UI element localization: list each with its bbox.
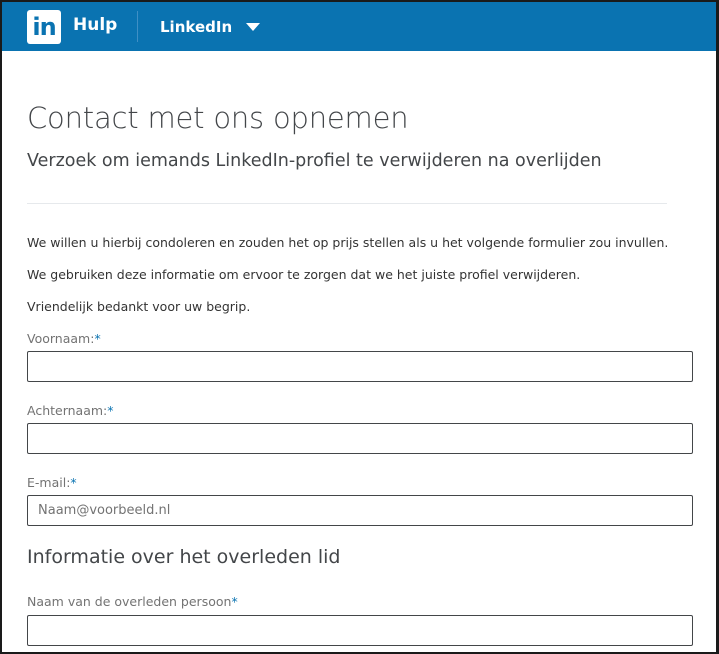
first-name-label-text: Voornaam:: [27, 331, 95, 346]
first-name-label: Voornaam:*: [27, 331, 101, 346]
email-label-text: E-mail:: [27, 475, 71, 490]
header-separator: [27, 203, 667, 204]
intro-paragraph-purpose: We gebruiken deze informatie om ervoor t…: [27, 267, 581, 282]
top-navigation-bar: in Hulp LinkedIn: [2, 2, 716, 51]
product-selector[interactable]: LinkedIn: [160, 16, 261, 38]
deceased-name-input[interactable]: [27, 615, 693, 646]
last-name-input[interactable]: [27, 423, 693, 454]
linkedin-logo[interactable]: in: [27, 10, 61, 44]
page-title: Contact met ons opnemen: [27, 101, 409, 135]
deceased-member-section-heading: Informatie over het overleden lid: [27, 546, 341, 568]
required-marker: *: [107, 403, 114, 418]
required-marker: *: [70, 475, 77, 490]
page-frame: in Hulp LinkedIn Contact met ons opnemen…: [0, 0, 719, 654]
email-label: E-mail:*: [27, 475, 77, 490]
page-subtitle: Verzoek om iemands LinkedIn-profiel te v…: [27, 151, 602, 171]
product-selector-label: LinkedIn: [160, 18, 233, 36]
last-name-label: Achternaam:*: [27, 403, 114, 418]
header-divider: [137, 11, 138, 42]
linkedin-logo-text: in: [32, 13, 56, 41]
first-name-input[interactable]: [27, 351, 693, 382]
intro-paragraph-thanks: Vriendelijk bedankt voor uw begrip.: [27, 299, 251, 314]
email-input[interactable]: [27, 495, 693, 526]
deceased-name-label: Naam van de overleden persoon*: [27, 594, 238, 609]
help-title[interactable]: Hulp: [73, 15, 117, 35]
deceased-name-label-text: Naam van de overleden persoon: [27, 594, 232, 609]
required-marker: *: [231, 594, 238, 609]
last-name-label-text: Achternaam:: [27, 403, 108, 418]
caret-down-icon: [246, 23, 261, 31]
intro-paragraph-condolence: We willen u hierbij condoleren en zouden…: [27, 235, 669, 250]
required-marker: *: [94, 331, 101, 346]
